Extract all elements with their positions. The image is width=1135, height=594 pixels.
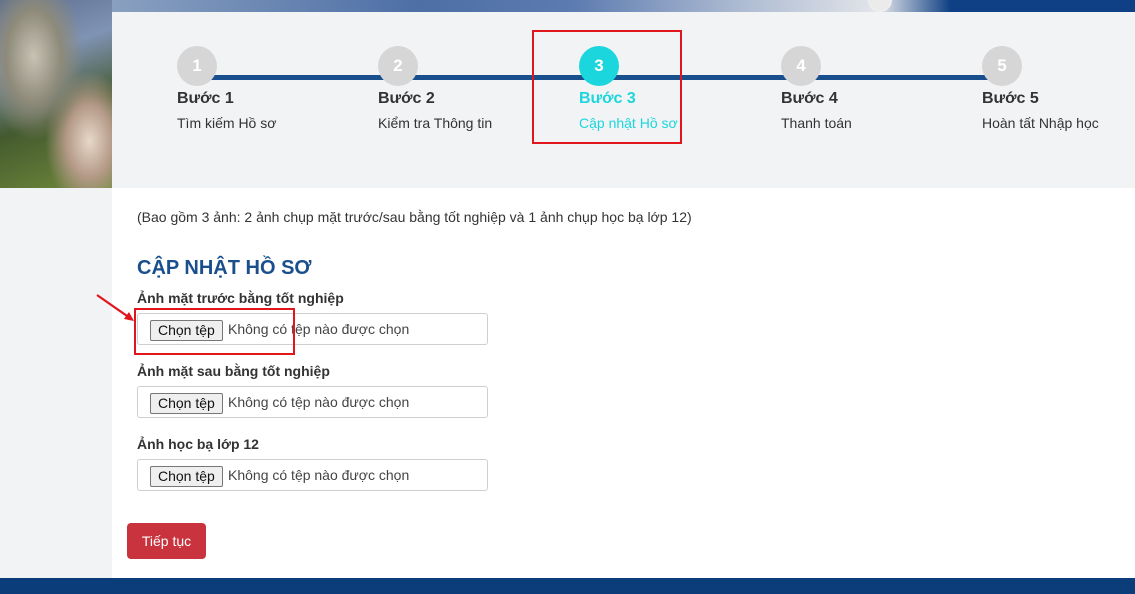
step-number: 4 [781, 46, 821, 86]
hero-photo-strip [112, 0, 1135, 12]
choose-file-button[interactable]: Chọn tệp [150, 393, 223, 414]
step-subtitle: Hoàn tất Nhập học [982, 115, 1099, 131]
highlight-box-file [134, 308, 295, 355]
step-number: 1 [177, 46, 217, 86]
hero-photo [0, 0, 112, 188]
file-input-transcript[interactable]: Chọn tệp Không có tệp nào được chọn [137, 459, 488, 491]
continue-button[interactable]: Tiếp tục [127, 523, 206, 559]
footer-bar [0, 578, 1135, 594]
file-status: Không có tệp nào được chọn [228, 467, 410, 483]
step-number: 5 [982, 46, 1022, 86]
step-title: Bước 1 [177, 90, 234, 107]
file-input-back[interactable]: Chọn tệp Không có tệp nào được chọn [137, 386, 488, 418]
field-label-back: Ảnh mặt sau bằng tốt nghiệp [137, 363, 330, 379]
step-subtitle: Kiểm tra Thông tin [378, 115, 493, 131]
step-number: 2 [378, 46, 418, 86]
step-1: 1 Bước 1 Tìm kiếm Hồ sơ [177, 46, 276, 131]
form-title: CẬP NHẬT HỒ SƠ [137, 257, 312, 279]
step-4: 4 Bước 4 Thanh toán [781, 46, 852, 131]
highlight-box-step [532, 30, 682, 144]
step-title: Bước 2 [378, 90, 435, 107]
field-label-front: Ảnh mặt trước bằng tốt nghiệp [137, 290, 344, 306]
progress-line [800, 75, 1002, 80]
field-label-transcript: Ảnh học bạ lớp 12 [137, 436, 259, 452]
choose-file-button[interactable]: Chọn tệp [150, 466, 223, 487]
step-subtitle: Thanh toán [781, 115, 852, 131]
upload-note: (Bao gồm 3 ảnh: 2 ảnh chụp mặt trước/sau… [137, 209, 692, 225]
progress-line [197, 75, 399, 80]
annotation-arrow-icon [96, 294, 134, 321]
step-subtitle: Tìm kiếm Hồ sơ [177, 115, 277, 131]
file-status: Không có tệp nào được chọn [228, 394, 410, 410]
step-title: Bước 4 [781, 90, 838, 107]
step-title: Bước 5 [982, 90, 1039, 107]
step-2: 2 Bước 2 Kiểm tra Thông tin [378, 46, 492, 131]
form-panel [112, 188, 1135, 578]
step-5: 5 Bước 5 Hoàn tất Nhập học [982, 46, 1099, 131]
